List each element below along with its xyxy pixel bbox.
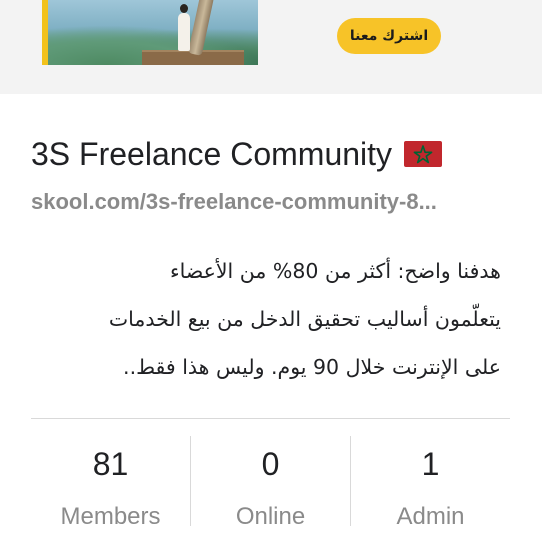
members-stat[interactable]: 81 Members <box>31 436 190 530</box>
members-label: Members <box>60 503 161 530</box>
group-title: 3S Freelance Community <box>31 134 511 174</box>
group-stats: 81 Members 0 Online 1 Admin <box>31 436 510 530</box>
group-banner: اشترك معنا <box>0 0 542 94</box>
morocco-flag-icon <box>404 141 443 167</box>
group-title-text: 3S Freelance Community <box>31 136 393 172</box>
admin-count: 1 <box>421 446 440 482</box>
online-count: 0 <box>261 446 280 482</box>
divider <box>31 418 510 419</box>
group-description: هدفنا واضح: أكثر من 80% من الأعضاء يتعلّ… <box>31 247 501 391</box>
join-button[interactable]: اشترك معنا <box>337 18 441 54</box>
description-line: هدفنا واضح: أكثر من 80% من الأعضاء <box>169 259 501 283</box>
description-line: على الإنترنت خلال 90 يوم. وليس هذا فقط.. <box>123 355 501 379</box>
online-stat[interactable]: 0 Online <box>190 436 350 530</box>
online-label: Online <box>235 503 306 530</box>
banner-image <box>42 0 258 65</box>
group-url-link[interactable]: skool.com/3s-freelance-community-8... <box>31 188 501 216</box>
admin-stat[interactable]: 1 Admin <box>350 436 510 530</box>
members-count: 81 <box>92 446 129 482</box>
admin-label: Admin <box>396 503 465 530</box>
description-line: يتعلّمون أساليب تحقيق الدخل من بيع الخدم… <box>108 307 501 331</box>
